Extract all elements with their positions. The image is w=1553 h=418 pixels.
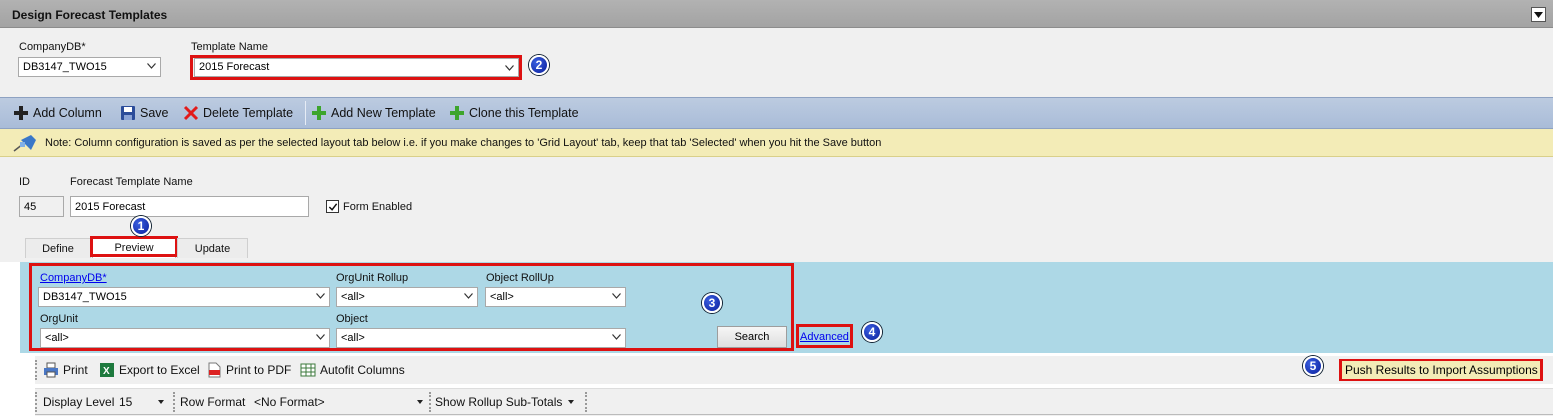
chevron-down-icon: [416, 400, 423, 404]
advanced-link[interactable]: Advanced: [800, 331, 849, 343]
printer-icon: [44, 362, 58, 378]
highlight-box-1: [90, 236, 178, 257]
print-pdf-button[interactable]: Print to PDF: [206, 362, 291, 378]
autofit-columns-label: Autofit Columns: [320, 363, 405, 377]
orgunit-label: OrgUnit: [40, 313, 78, 325]
search-button[interactable]: Search: [717, 326, 787, 348]
toolbar-separator: [305, 101, 306, 125]
form-enabled-checkbox[interactable]: [326, 200, 339, 213]
delete-x-icon: [183, 105, 199, 121]
callout-badge-2: 2: [529, 55, 549, 75]
callout-badge-3: 3: [702, 293, 722, 313]
object-value: <all>: [341, 332, 365, 344]
pdf-icon: [208, 362, 221, 378]
toolbar-grip: [35, 392, 37, 412]
chevron-down-icon: [612, 334, 621, 340]
chevron-down-icon: [316, 293, 325, 299]
chevron-down-icon: [1534, 11, 1543, 18]
orgunit-select[interactable]: <all>: [40, 328, 330, 348]
clone-template-button[interactable]: Clone this Template: [449, 105, 579, 121]
company-label: CompanyDB*: [19, 41, 86, 53]
object-label: Object: [336, 313, 368, 325]
tab-define[interactable]: Define: [25, 238, 91, 258]
note-bar: Note: Column configuration is saved as p…: [0, 129, 1553, 157]
orgunit-rollup-select[interactable]: <all>: [336, 287, 478, 307]
object-rollup-value: <all>: [490, 291, 514, 303]
chevron-down-icon: [316, 334, 325, 340]
form-enabled-label: Form Enabled: [343, 201, 413, 213]
add-new-template-button[interactable]: Add New Template: [311, 105, 436, 121]
id-field: 45: [19, 196, 64, 217]
green-plus-icon: [312, 106, 326, 120]
pushpin-icon: [13, 135, 36, 152]
object-select[interactable]: <all>: [336, 328, 626, 348]
chevron-down-icon: [464, 293, 473, 299]
delete-template-label: Delete Template: [203, 106, 294, 120]
clone-template-label: Clone this Template: [469, 106, 579, 120]
display-level-select[interactable]: 15: [119, 395, 169, 409]
floppy-disk-icon: [121, 106, 135, 120]
excel-icon: X: [100, 363, 114, 377]
note-text: Note: Column configuration is saved as p…: [45, 137, 882, 149]
checkmark-icon: [328, 202, 337, 211]
green-plus-icon: [450, 106, 464, 120]
export-excel-button[interactable]: X Export to Excel: [99, 362, 200, 378]
orgunit-rollup-label: OrgUnit Rollup: [336, 272, 409, 284]
template-name-value: 2015 Forecast: [199, 61, 270, 73]
chevron-down-icon: [505, 65, 514, 71]
filter-company-link[interactable]: CompanyDB*: [40, 272, 107, 284]
window-titlebar: Design Forecast Templates: [0, 0, 1553, 28]
object-rollup-label: Object RollUp: [486, 272, 554, 284]
print-button[interactable]: Print: [43, 362, 88, 378]
chevron-down-icon: [612, 293, 621, 299]
collapse-button[interactable]: [1531, 7, 1546, 22]
display-level-value: 15: [119, 395, 133, 409]
print-pdf-label: Print to PDF: [226, 363, 292, 377]
window-title: Design Forecast Templates: [12, 8, 168, 22]
print-label: Print: [63, 363, 88, 377]
template-name-field[interactable]: 2015 Forecast: [70, 196, 309, 217]
template-name-label: Forecast Template Name: [70, 176, 193, 188]
save-button[interactable]: Save: [120, 105, 169, 121]
row-format-select[interactable]: <No Format>: [254, 395, 429, 409]
filter-company-value: DB3147_TWO15: [43, 291, 127, 303]
grid-top-border: [35, 414, 1553, 415]
tab-update[interactable]: Update: [177, 238, 248, 258]
svg-text:X: X: [103, 366, 110, 377]
chevron-down-icon: [147, 63, 156, 69]
template-name-select[interactable]: 2015 Forecast: [194, 58, 519, 77]
object-rollup-select[interactable]: <all>: [485, 287, 626, 307]
orgunit-value: <all>: [45, 332, 69, 344]
toolbar-grip: [429, 392, 431, 412]
company-select-value: DB3147_TWO15: [23, 61, 107, 73]
callout-badge-1: 1: [131, 216, 151, 236]
row-format-value: <No Format>: [254, 395, 325, 409]
company-select[interactable]: DB3147_TWO15: [18, 57, 161, 77]
toolbar-grip: [173, 392, 175, 412]
save-label: Save: [140, 106, 169, 120]
id-label: ID: [19, 176, 30, 188]
add-column-button[interactable]: Add Column: [13, 105, 102, 121]
show-rollup-label: Show Rollup Sub-Totals: [435, 395, 563, 409]
callout-badge-5: 5: [1303, 356, 1323, 376]
show-rollup-select[interactable]: Show Rollup Sub-Totals: [435, 395, 575, 409]
row-format-label: Row Format: [180, 395, 246, 409]
plus-icon: [14, 106, 28, 120]
table-grid-icon: [300, 363, 316, 377]
add-new-template-label: Add New Template: [331, 106, 436, 120]
template-label: Template Name: [191, 41, 269, 53]
add-column-label: Add Column: [33, 106, 102, 120]
export-excel-label: Export to Excel: [119, 363, 200, 377]
chevron-down-icon: [158, 400, 165, 404]
autofit-columns-button[interactable]: Autofit Columns: [300, 362, 405, 378]
display-level-label: Display Level: [43, 395, 115, 409]
toolbar-grip: [35, 360, 37, 380]
filter-company-select[interactable]: DB3147_TWO15: [38, 287, 330, 307]
delete-template-button[interactable]: Delete Template: [183, 105, 293, 121]
push-results-button[interactable]: Push Results to Import Assumptions: [1342, 361, 1540, 379]
toolbar-grip: [585, 392, 587, 412]
orgunit-rollup-value: <all>: [341, 291, 365, 303]
chevron-down-icon: [568, 400, 575, 404]
callout-badge-4: 4: [862, 322, 882, 342]
